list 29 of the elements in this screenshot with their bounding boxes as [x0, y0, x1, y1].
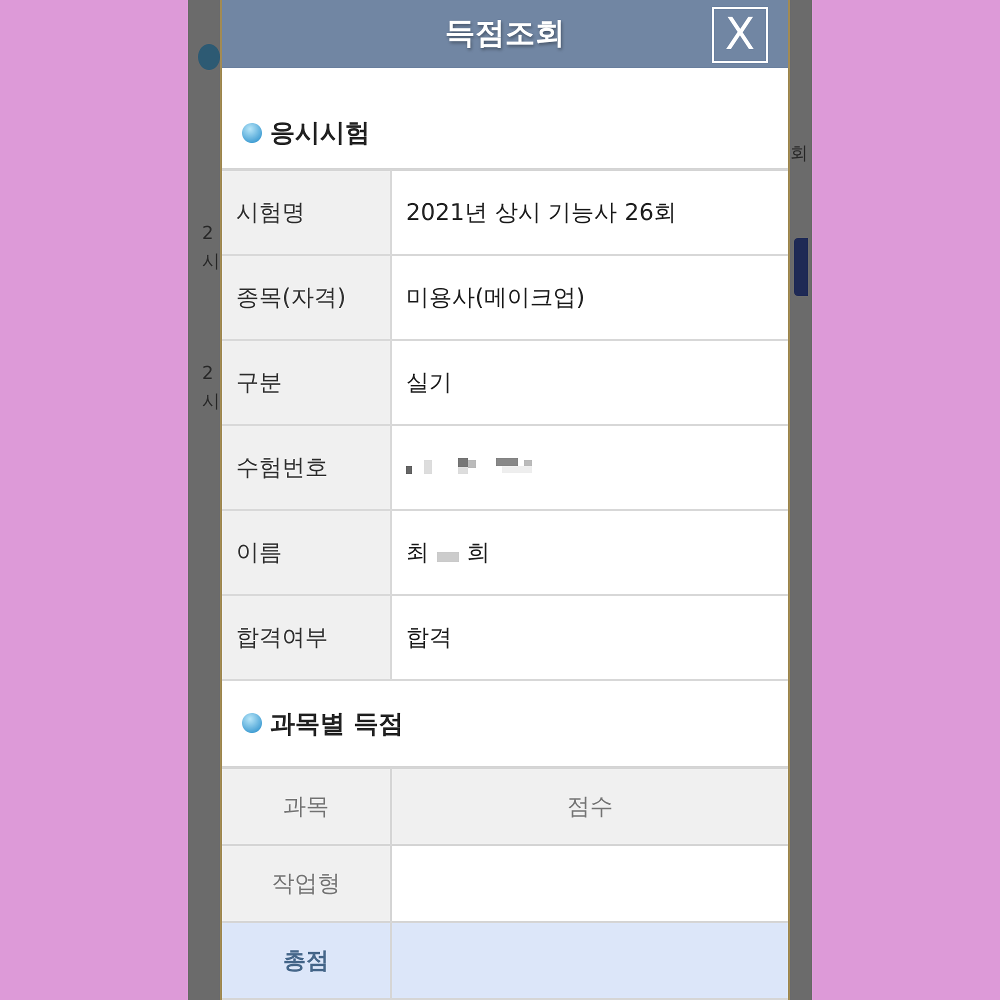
section-title: 응시시험: [270, 117, 370, 150]
field-label: 수험번호: [222, 426, 392, 509]
dialog-title: 득점조회: [445, 15, 565, 54]
background-text: 회: [790, 142, 808, 166]
section-title: 과목별 득점: [270, 708, 404, 740]
field-value: 합격: [405, 624, 453, 653]
background-text: 시: [202, 390, 220, 414]
column-header: 과목: [222, 769, 392, 844]
field-value: 실기: [405, 368, 453, 398]
field-label: 이름: [222, 510, 392, 594]
bullet-icon: [242, 713, 262, 734]
logo-icon: [198, 44, 220, 70]
redaction-mark: [437, 552, 459, 562]
field-label: 구분: [222, 340, 392, 424]
field-label: 합격여부: [222, 596, 392, 679]
background-text: 2: [202, 362, 214, 386]
field-value: 미용사(메이크업): [405, 284, 586, 313]
close-button[interactable]: X: [712, 7, 768, 63]
name-part: 최: [406, 538, 429, 568]
background-text: 2: [202, 222, 214, 246]
column-header: 점수: [392, 769, 788, 844]
bullet-icon: [242, 122, 262, 143]
field-label: 종목(자격): [222, 256, 392, 339]
name-part: 희: [467, 538, 490, 568]
background-text: 시: [202, 250, 220, 274]
field-label: 시험명: [222, 170, 392, 254]
field-value: 2021년 상시 기능사 26회: [405, 198, 678, 228]
subject-cell: 총점: [222, 923, 392, 998]
subject-cell: 작업형: [222, 846, 392, 922]
